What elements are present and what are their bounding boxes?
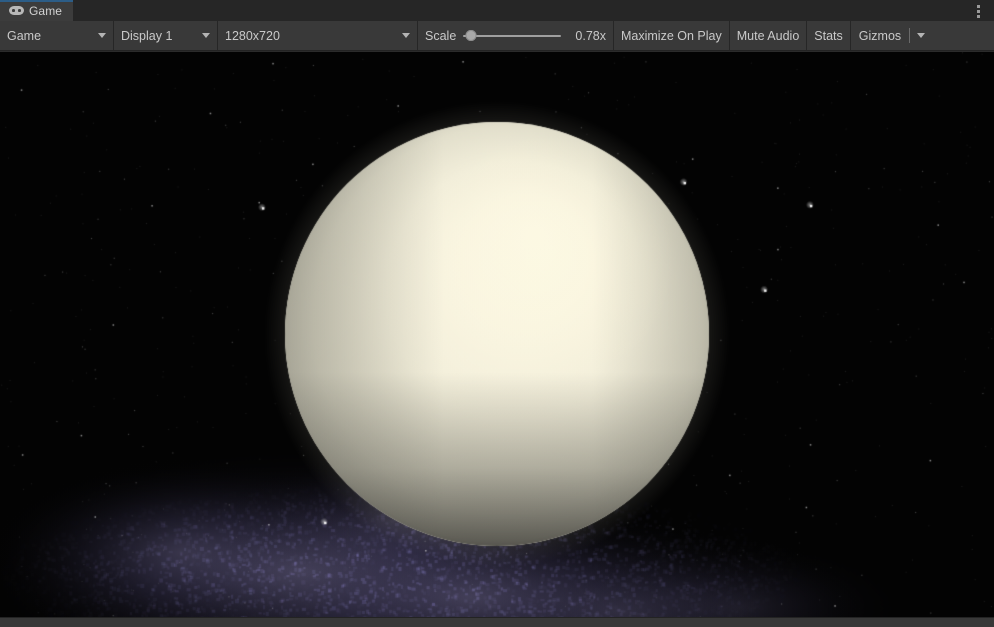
unity-game-window: Game Game Display 1 1280x720 Scale 0.78x… <box>0 0 994 627</box>
view-mode-label: Game <box>7 28 42 43</box>
display-label: Display 1 <box>121 28 173 43</box>
gizmos-label: Gizmos <box>858 28 902 43</box>
game-render-canvas <box>0 52 994 617</box>
gizmos-control[interactable]: Gizmos <box>851 21 932 50</box>
scale-slider[interactable] <box>463 30 561 42</box>
mute-audio-label: Mute Audio <box>736 28 800 43</box>
chevron-down-icon <box>917 33 926 38</box>
scale-value: 0.78x <box>575 28 606 43</box>
stats-button[interactable]: Stats <box>807 21 851 50</box>
resolution-label: 1280x720 <box>225 28 280 43</box>
gizmos-button[interactable]: Gizmos <box>851 21 909 50</box>
scale-slider-handle[interactable] <box>465 30 477 41</box>
game-view-toolbar: Game Display 1 1280x720 Scale 0.78x Maxi… <box>0 21 994 51</box>
scale-label: Scale <box>425 28 457 43</box>
chevron-down-icon <box>402 33 410 38</box>
scale-control[interactable]: Scale 0.78x <box>418 21 614 50</box>
gamepad-icon <box>9 5 24 16</box>
game-view-render-area[interactable] <box>0 52 994 617</box>
chevron-down-icon <box>202 33 210 38</box>
maximize-on-play-button[interactable]: Maximize On Play <box>614 21 730 50</box>
mute-audio-button[interactable]: Mute Audio <box>730 21 808 50</box>
gizmos-dropdown-button[interactable] <box>910 21 932 50</box>
scale-slider-track <box>463 34 561 37</box>
tab-strip-empty-area <box>73 0 994 21</box>
window-footer-bar <box>0 617 994 627</box>
tab-game-label: Game <box>29 3 63 18</box>
view-mode-dropdown[interactable]: Game <box>0 21 114 50</box>
tab-strip: Game <box>0 0 994 21</box>
maximize-on-play-label: Maximize On Play <box>621 28 722 43</box>
kebab-menu-icon[interactable] <box>971 3 985 19</box>
display-dropdown[interactable]: Display 1 <box>114 21 218 50</box>
chevron-down-icon <box>98 33 106 38</box>
stats-label: Stats <box>814 28 843 43</box>
resolution-dropdown[interactable]: 1280x720 <box>218 21 418 50</box>
tab-game[interactable]: Game <box>0 0 74 21</box>
